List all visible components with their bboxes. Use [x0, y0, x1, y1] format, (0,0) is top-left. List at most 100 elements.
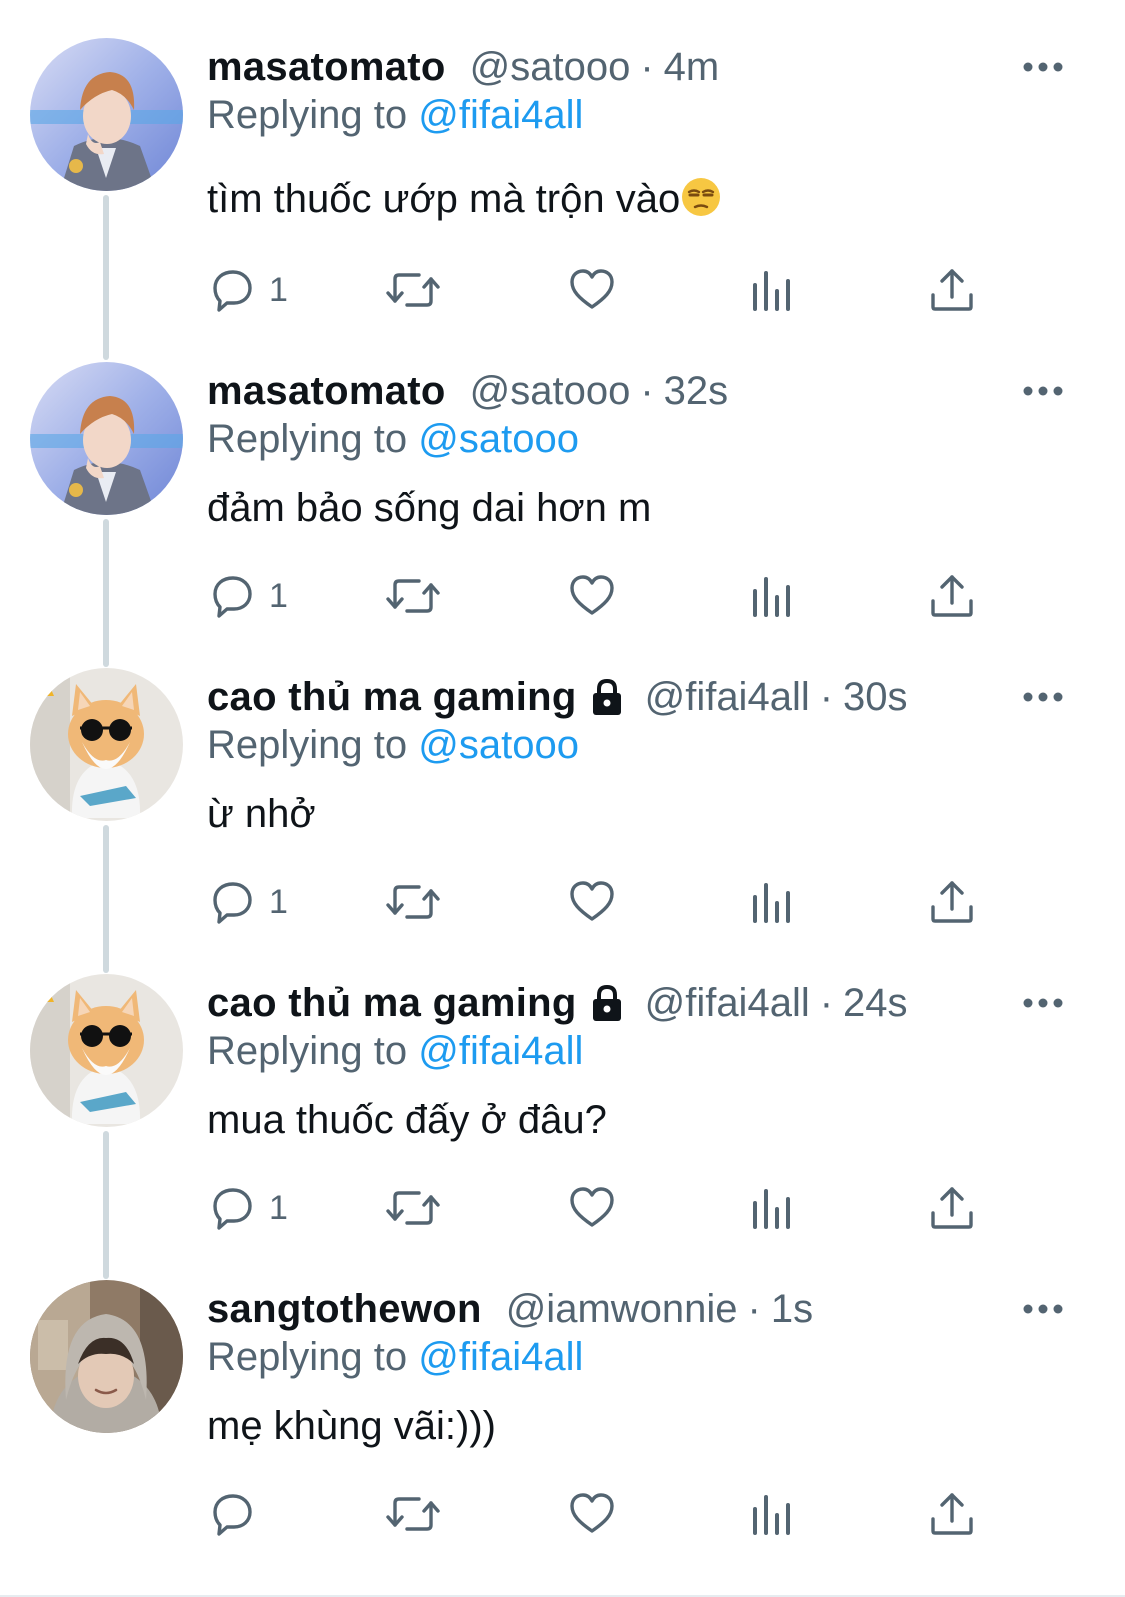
- display-name[interactable]: masatomato: [207, 45, 446, 90]
- tweet-body: ừ nhở: [207, 792, 316, 836]
- retweet-button[interactable]: [385, 874, 441, 930]
- avatar[interactable]: [30, 974, 183, 1127]
- tweet-header: cao thủ ma gaming @fifai4all · 30s: [207, 672, 908, 722]
- replying-prefix: Replying to: [207, 1029, 408, 1073]
- avatar[interactable]: [30, 362, 183, 515]
- like-button[interactable]: [567, 568, 617, 624]
- display-name[interactable]: cao thủ ma gaming: [207, 981, 577, 1026]
- replying-to-mention[interactable]: @fifai4all: [418, 1029, 583, 1073]
- more-horizontal-icon[interactable]: [1022, 1300, 1064, 1318]
- tweet[interactable]: masatomato @satooo · 32s Replying to @sa…: [0, 324, 1125, 630]
- lock-icon: [592, 678, 621, 715]
- reply-bubble-icon: [213, 1494, 252, 1536]
- more-horizontal-icon[interactable]: [1022, 688, 1064, 706]
- timestamp[interactable]: 24s: [843, 981, 908, 1026]
- analytics-icon: [753, 1189, 790, 1229]
- replying-to-line: Replying to @fifai4all: [207, 1335, 583, 1380]
- user-handle[interactable]: @satooo: [470, 369, 631, 414]
- like-button[interactable]: [567, 262, 617, 318]
- replying-to-mention[interactable]: @fifai4all: [418, 93, 583, 137]
- user-handle[interactable]: @fifai4all: [645, 981, 810, 1026]
- display-name[interactable]: masatomato: [207, 369, 446, 414]
- like-button[interactable]: [567, 874, 617, 930]
- analytics-icon: [753, 1495, 790, 1535]
- avatar[interactable]: [30, 38, 183, 191]
- replying-to-mention[interactable]: @fifai4all: [418, 1335, 583, 1379]
- reply-count: 1: [269, 882, 288, 921]
- reply-button[interactable]: [207, 1486, 269, 1542]
- share-button[interactable]: [927, 1180, 977, 1236]
- user-handle[interactable]: @fifai4all: [645, 675, 810, 720]
- tweet[interactable]: cao thủ ma gaming @fifai4all · 24s Reply…: [0, 936, 1125, 1242]
- avatar[interactable]: [30, 1280, 183, 1433]
- share-button[interactable]: [927, 1486, 977, 1542]
- views-button[interactable]: [747, 262, 797, 318]
- user-handle[interactable]: @iamwonnie: [506, 1287, 738, 1332]
- share-button[interactable]: [927, 874, 977, 930]
- timestamp[interactable]: 32s: [664, 369, 729, 414]
- tweet-body: tìm thuốc ướp mà trộn vào: [207, 177, 681, 221]
- retweet-button[interactable]: [385, 568, 441, 624]
- retweet-button[interactable]: [385, 1486, 441, 1542]
- separator-dot: ·: [819, 980, 834, 1025]
- heart-icon: [570, 1493, 614, 1533]
- timestamp[interactable]: 4m: [664, 45, 720, 90]
- tweet-header: masatomato @satooo · 4m: [207, 42, 719, 92]
- replying-to-line: Replying to @fifai4all: [207, 93, 583, 138]
- analytics-icon: [753, 577, 790, 617]
- tweet-text: đảm bảo sống dai hơn m: [207, 486, 651, 531]
- views-button[interactable]: [747, 874, 797, 930]
- share-button[interactable]: [927, 262, 977, 318]
- more-horizontal-icon[interactable]: [1022, 58, 1064, 76]
- views-button[interactable]: [747, 568, 797, 624]
- heart-icon: [570, 1187, 614, 1227]
- reply-button[interactable]: 1: [207, 568, 288, 624]
- timestamp[interactable]: 30s: [843, 675, 908, 720]
- replying-to-mention[interactable]: @satooo: [418, 723, 579, 767]
- like-button[interactable]: [567, 1486, 617, 1542]
- tweet-header: cao thủ ma gaming @fifai4all · 24s: [207, 978, 908, 1028]
- more-horizontal-icon[interactable]: [1022, 382, 1064, 400]
- analytics-icon: [753, 883, 790, 923]
- share-icon: [931, 881, 973, 923]
- reply-button[interactable]: 1: [207, 262, 288, 318]
- unamused-face-icon: [682, 178, 721, 216]
- retweet-icon: [386, 885, 440, 919]
- user-handle[interactable]: @satooo: [470, 45, 631, 90]
- share-icon: [931, 1493, 973, 1535]
- retweet-button[interactable]: [385, 262, 441, 318]
- cat-sunglasses-icon: [30, 974, 183, 1127]
- tweet-text: tìm thuốc ướp mà trộn vào: [207, 176, 722, 222]
- share-icon: [931, 269, 973, 311]
- lock-icon: [592, 984, 621, 1021]
- timestamp[interactable]: 1s: [771, 1287, 813, 1332]
- replying-prefix: Replying to: [207, 417, 408, 461]
- separator-dot: ·: [640, 368, 654, 413]
- action-bar: 1: [207, 262, 987, 318]
- tweet-body: mua thuốc đấy ở đâu?: [207, 1098, 607, 1142]
- display-name[interactable]: sangtothewon: [207, 1287, 482, 1332]
- tweet[interactable]: cao thủ ma gaming @fifai4all · 30s Reply…: [0, 630, 1125, 936]
- heart-icon: [570, 881, 614, 921]
- display-name[interactable]: cao thủ ma gaming: [207, 675, 577, 720]
- separator-dot: ·: [819, 674, 834, 719]
- cat-sunglasses-icon: [30, 668, 183, 821]
- heart-icon: [570, 575, 614, 615]
- avatar[interactable]: [30, 668, 183, 821]
- more-horizontal-icon[interactable]: [1022, 994, 1064, 1012]
- reply-button[interactable]: 1: [207, 874, 288, 930]
- views-button[interactable]: [747, 1180, 797, 1236]
- reply-bubble-icon: [213, 576, 252, 618]
- views-button[interactable]: [747, 1486, 797, 1542]
- retweet-button[interactable]: [385, 1180, 441, 1236]
- action-bar: 1: [207, 1180, 987, 1236]
- tweet[interactable]: sangtothewon @iamwonnie · 1s Replying to…: [0, 1242, 1125, 1597]
- reply-button[interactable]: 1: [207, 1180, 288, 1236]
- action-bar: 1: [207, 568, 987, 624]
- reply-bubble-icon: [213, 882, 252, 924]
- share-button[interactable]: [927, 568, 977, 624]
- like-button[interactable]: [567, 1180, 617, 1236]
- tweet[interactable]: masatomato @satooo · 4m Replying to @fif…: [0, 0, 1125, 324]
- replying-to-mention[interactable]: @satooo: [418, 417, 579, 461]
- action-bar: 1: [207, 874, 987, 930]
